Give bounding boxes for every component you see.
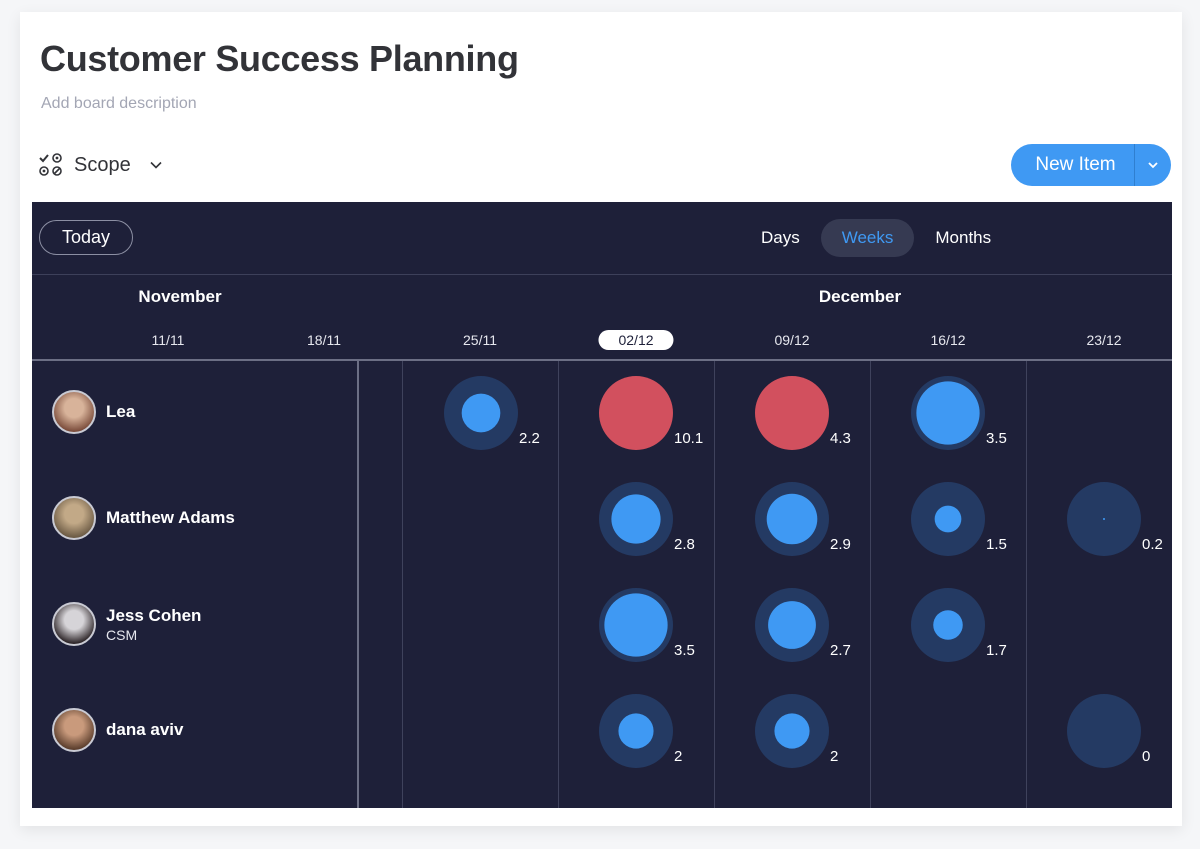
workload-value-label: 2.9 <box>830 536 851 553</box>
scope-icon <box>39 153 62 176</box>
workload-value-label: 1.5 <box>986 536 1007 553</box>
load-circle <box>916 381 980 445</box>
workload-value-label: 2.2 <box>519 430 540 447</box>
chevron-down-icon <box>150 161 162 169</box>
workload-bubble[interactable]: 3.5 <box>911 376 1007 450</box>
workload-value-label: 1.7 <box>986 642 1007 659</box>
overload-circle <box>599 376 673 450</box>
board-description-input[interactable]: Add board description <box>41 95 197 113</box>
load-circle <box>933 610 963 640</box>
load-circle <box>611 494 661 544</box>
load-circle <box>774 713 810 749</box>
workload-bubble[interactable]: 2.8 <box>599 482 695 556</box>
workload-bubble[interactable]: 2.7 <box>755 588 851 662</box>
workload-bubble[interactable]: 2.2 <box>444 376 540 450</box>
workload-bubble[interactable]: 2 <box>599 694 682 768</box>
scope-label: Scope <box>74 153 131 176</box>
workload-bubble[interactable]: 4.3 <box>755 376 851 450</box>
overload-circle <box>755 376 829 450</box>
new-item-split-button: New Item <box>1011 144 1171 186</box>
workload-value-label: 4.3 <box>830 430 851 447</box>
board-title[interactable]: Customer Success Planning <box>40 38 519 80</box>
workload-value-label: 10.1 <box>674 430 703 447</box>
workload-timeline: Today Days Weeks Months November Decembe… <box>32 202 1172 808</box>
load-circle <box>768 601 816 649</box>
chevron-down-icon <box>1148 162 1158 169</box>
workload-value-label: 2.8 <box>674 536 695 553</box>
workload-value-label: 3.5 <box>674 642 695 659</box>
load-circle <box>766 493 818 545</box>
load-circle <box>618 713 654 749</box>
workload-bubbles: 2.2 10.1 4.3 3.5 2.8 2.9 1.5 0.2 3.5 2.7 1.7 2 2 0 <box>444 376 1163 768</box>
workload-value-label: 2 <box>830 748 838 765</box>
new-item-button[interactable]: New Item <box>1011 144 1134 186</box>
workload-value-label: 0 <box>1142 748 1150 765</box>
capacity-circle <box>1067 694 1141 768</box>
workload-value-label: 3.5 <box>986 430 1007 447</box>
workload-value-label: 2 <box>674 748 682 765</box>
workload-bubble[interactable]: 0.2 <box>1067 482 1163 556</box>
scope-dropdown[interactable]: Scope <box>38 150 163 180</box>
load-circle <box>604 593 668 657</box>
workload-bubble[interactable]: 2.9 <box>755 482 851 556</box>
load-circle <box>461 393 501 433</box>
workload-value-label: 0.2 <box>1142 536 1163 553</box>
load-circle <box>934 505 962 533</box>
workload-bubble[interactable]: 0 <box>1067 694 1150 768</box>
workload-bubble[interactable]: 1.5 <box>911 482 1007 556</box>
load-circle <box>1102 517 1106 521</box>
workload-value-label: 2.7 <box>830 642 851 659</box>
workload-bubble[interactable]: 1.7 <box>911 588 1007 662</box>
workload-bubble[interactable]: 3.5 <box>599 588 695 662</box>
workload-bubble[interactable]: 2 <box>755 694 838 768</box>
workload-bubble[interactable]: 10.1 <box>599 376 703 450</box>
